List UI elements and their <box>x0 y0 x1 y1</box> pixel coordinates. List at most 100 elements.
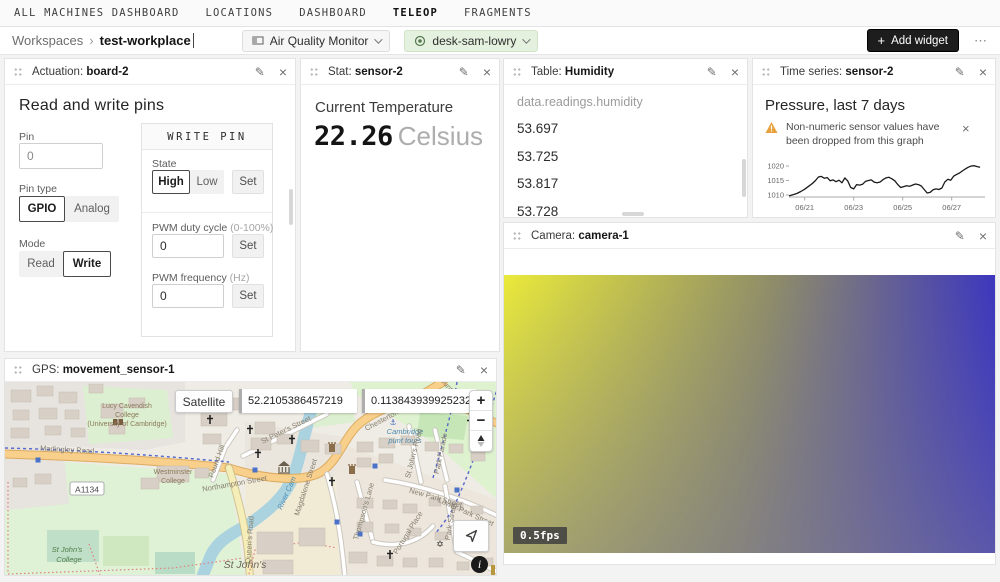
locate-button[interactable] <box>453 520 489 552</box>
part-dropdown-label: desk-sam-lowry <box>432 34 516 48</box>
edit-pencil-icon[interactable]: ✎ <box>459 66 469 78</box>
pin-input[interactable] <box>19 143 103 169</box>
map-label: St John's <box>52 545 83 554</box>
compass-button[interactable] <box>470 431 492 451</box>
pwm-freq-set-button[interactable]: Set <box>232 284 264 308</box>
drag-handle-icon[interactable] <box>512 230 521 242</box>
y-tick-label: 1010 <box>767 191 784 200</box>
map-label: Pound Hill <box>207 443 227 479</box>
stat-widget-header: Stat: sensor-2 ✎ × <box>301 59 499 85</box>
state-high-button[interactable]: High <box>152 170 190 194</box>
edit-pencil-icon[interactable]: ✎ <box>456 364 466 376</box>
close-icon[interactable]: × <box>979 65 987 79</box>
part-status-icon <box>414 35 426 47</box>
edit-pencil-icon[interactable]: ✎ <box>707 66 717 78</box>
drag-handle-icon[interactable] <box>309 66 318 78</box>
drag-handle-icon[interactable] <box>13 364 22 376</box>
camera-stream-image: 0.5fps <box>504 275 995 553</box>
widget-title-name: camera-1 <box>578 230 629 242</box>
close-icon[interactable]: × <box>279 65 287 79</box>
widget-title-name: Humidity <box>565 66 614 78</box>
pwm-duty-set-button[interactable]: Set <box>232 234 264 258</box>
latitude-input[interactable] <box>239 389 357 413</box>
write-pin-header: WRITE PIN <box>142 124 272 150</box>
workspace-toolbar: Workspaces › test-workplace Air Quality … <box>0 27 1000 55</box>
machine-dropdown-label: Air Quality Monitor <box>270 34 369 48</box>
mode-write-button[interactable]: Write <box>63 251 111 277</box>
edit-pencil-icon[interactable]: ✎ <box>255 66 265 78</box>
write-pin-panel: WRITE PIN State High Low Set PWM duty cy… <box>141 123 273 337</box>
stat-value-row: 22.26Celsius <box>314 121 483 152</box>
nav-all-machines-dashboard[interactable]: ALL MACHINES DASHBOARD <box>14 7 179 19</box>
satellite-toggle-button[interactable]: Satellite <box>175 390 233 413</box>
pwm-freq-label: PWM frequency (Hz) <box>152 272 249 284</box>
state-low-button[interactable]: Low <box>190 170 224 194</box>
dismiss-warning-icon[interactable]: × <box>962 121 970 148</box>
nav-dashboard[interactable]: DASHBOARD <box>299 7 367 19</box>
breadcrumb-separator: › <box>89 33 93 48</box>
edit-pencil-icon[interactable]: ✎ <box>955 66 965 78</box>
pwm-freq-input[interactable] <box>152 284 224 308</box>
state-label: State <box>152 158 177 170</box>
pressure-line-series <box>789 166 980 196</box>
table-row: 53.728 <box>517 204 558 219</box>
widget-title-prefix: Actuation: <box>32 66 83 78</box>
drag-handle-icon[interactable] <box>13 66 22 78</box>
mode-read-button[interactable]: Read <box>19 251 63 277</box>
drag-handle-icon[interactable] <box>512 66 521 78</box>
compass-icon <box>475 434 487 448</box>
gps-map[interactable]: ✡⚓Madingley RoadLucy CavendishCollege(Un… <box>5 382 496 575</box>
plus-icon: + <box>878 34 886 47</box>
vertical-scrollbar[interactable] <box>289 189 293 225</box>
text-caret <box>193 33 194 48</box>
nav-fragments[interactable]: FRAGMENTS <box>464 7 532 19</box>
navigation-arrow-icon <box>462 527 480 545</box>
map-label: College <box>161 478 185 485</box>
map-info-button[interactable]: i <box>471 556 488 573</box>
zoom-out-button[interactable]: − <box>470 411 492 431</box>
x-tick-label: 06/25 <box>893 203 912 212</box>
vertical-scrollbar[interactable] <box>742 159 746 197</box>
table-widget-header: Table: Humidity ✎ × <box>504 59 747 85</box>
svg-text:A1134: A1134 <box>75 485 99 495</box>
pin-type-analog-button[interactable]: Analog <box>65 196 119 222</box>
pin-type-gpio-button[interactable]: GPIO <box>19 196 65 222</box>
close-icon[interactable]: × <box>483 65 491 79</box>
edit-pencil-icon[interactable]: ✎ <box>955 230 965 242</box>
zoom-in-button[interactable]: + <box>470 391 492 411</box>
table-row: 53.725 <box>517 149 558 164</box>
parking-icon <box>36 458 41 463</box>
nav-teleop[interactable]: TELEOP <box>393 7 438 19</box>
close-icon[interactable]: × <box>731 65 739 79</box>
parking-icon <box>253 468 258 473</box>
nav-locations[interactable]: LOCATIONS <box>205 7 273 19</box>
map-label: College <box>56 555 81 564</box>
close-icon[interactable]: × <box>480 363 488 377</box>
widget-title-prefix: Camera: <box>531 230 575 242</box>
table-row: 53.697 <box>517 121 558 136</box>
machine-icon <box>252 35 264 47</box>
breadcrumb-workspaces[interactable]: Workspaces <box>12 33 83 48</box>
longitude-input[interactable] <box>362 389 476 413</box>
add-widget-button[interactable]: + Add widget <box>868 30 959 51</box>
pwm-duty-input[interactable] <box>152 234 224 258</box>
map-label: (University of Cambridge) <box>87 421 166 428</box>
parking-icon <box>455 488 460 493</box>
horizontal-scrollbar[interactable] <box>622 212 644 216</box>
x-tick-label: 06/27 <box>942 203 961 212</box>
drag-handle-icon[interactable] <box>761 66 770 78</box>
close-icon[interactable]: × <box>979 229 987 243</box>
machine-dropdown[interactable]: Air Quality Monitor <box>242 30 391 52</box>
warning-triangle-icon <box>765 121 778 134</box>
state-set-button[interactable]: Set <box>232 170 264 194</box>
widget-title-name: sensor-2 <box>845 66 893 78</box>
overflow-menu-button[interactable]: ⋯ <box>974 33 988 49</box>
x-tick-label: 06/23 <box>844 203 863 212</box>
y-tick-label: 1020 <box>767 162 784 171</box>
actuation-heading: Read and write pins <box>19 97 164 115</box>
part-dropdown[interactable]: desk-sam-lowry <box>404 30 538 52</box>
stat-widget: Stat: sensor-2 ✎ × Current Temperature 2… <box>300 58 500 352</box>
chevron-down-icon <box>375 35 383 43</box>
top-nav-bar: ALL MACHINES DASHBOARD LOCATIONS DASHBOA… <box>0 0 1000 27</box>
breadcrumb-current-workspace[interactable]: test-workplace <box>100 33 191 48</box>
